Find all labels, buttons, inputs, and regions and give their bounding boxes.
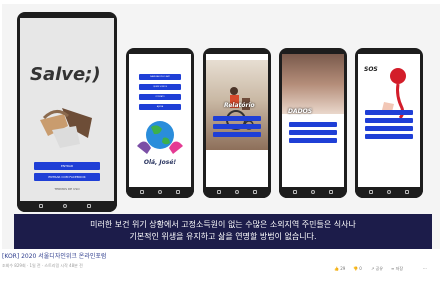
subtitle-line-2: 기본적인 위생을 유지하고 삶을 연명할 방법이 없습니다. (129, 232, 317, 241)
greeting: Olá, José! (143, 159, 177, 166)
menu-item-help[interactable]: AJUDA (139, 104, 181, 110)
handshake-illustration (40, 108, 92, 148)
more-button[interactable]: ··· (423, 266, 427, 271)
share-label: 공유 (375, 266, 384, 271)
sos-button-3[interactable] (365, 126, 413, 131)
thumbs-up-icon: 👍 (334, 266, 339, 271)
save-label: 저장 (395, 266, 404, 271)
sos-button-1[interactable] (365, 110, 413, 115)
sos-button-4[interactable] (365, 134, 413, 139)
data-card (285, 157, 341, 187)
more-icon: ··· (423, 266, 427, 271)
menu-item-contact[interactable]: CONTATO (139, 94, 181, 100)
app-title: Salve;) (30, 64, 101, 85)
data-photo (282, 54, 344, 114)
enter-button[interactable]: ENTRAR (34, 162, 100, 170)
data-button-1[interactable] (289, 122, 337, 127)
data-heading: DADOS (288, 108, 313, 115)
save-icon: ≡ (391, 266, 395, 271)
report-heading: Relatório (224, 102, 255, 109)
sos-button-2[interactable] (365, 118, 413, 123)
phone-sos: SOS (355, 48, 423, 198)
share-icon: ↗ (371, 266, 375, 271)
report-button-2[interactable] (213, 124, 261, 129)
terms-link[interactable]: TERMOS DE USO (20, 187, 114, 191)
thumbs-down-icon: 👎 (353, 266, 358, 271)
globe-hands-illustration (137, 121, 183, 154)
like-button[interactable]: 👍 29 (334, 266, 345, 271)
subtitle-line-1: 미러한 보건 위기 상황에서 고정소득원이 없는 수많은 소외지역 주민들은 식… (90, 220, 356, 229)
dislike-button[interactable]: 👎 0 (353, 266, 362, 271)
like-count: 29 (340, 266, 346, 271)
dislike-count: 0 (359, 266, 362, 271)
phone-data: DADOS (279, 48, 347, 198)
video-meta: 조회수 829회 · 1일 전 · 스트리밍 시작 48분 전 (2, 263, 83, 268)
report-button-3[interactable] (213, 132, 261, 137)
phone-login: Salve;) ENTRAR ENTRAR COM FACEBOOK TERMO… (17, 12, 117, 212)
data-button-2[interactable] (289, 130, 337, 135)
save-button[interactable]: ≡ 저장 (391, 266, 403, 272)
enter-facebook-button[interactable]: ENTRAR COM FACEBOOK (34, 173, 100, 181)
subtitle-caption: 미러한 보건 위기 상황에서 고정소득원이 없는 수많은 소외지역 주민들은 식… (14, 214, 432, 249)
phone-menu: NAVEGAR PELO APP QUEM SOMOS CONTATO AJUD… (126, 48, 194, 198)
video-player[interactable]: Salve;) ENTRAR ENTRAR COM FACEBOOK TERMO… (2, 4, 440, 249)
share-button[interactable]: ↗ 공유 (371, 266, 383, 272)
menu-item-navigate[interactable]: NAVEGAR PELO APP (139, 74, 181, 80)
phone-report: Relatório (203, 48, 271, 198)
data-button-3[interactable] (289, 138, 337, 143)
report-button-1[interactable] (213, 116, 261, 121)
sos-heading: SOS (364, 66, 378, 73)
video-title[interactable]: [KOR] 2020 서울디자인위크 온라인포럼 (2, 251, 106, 260)
menu-item-about[interactable]: QUEM SOMOS (139, 84, 181, 90)
